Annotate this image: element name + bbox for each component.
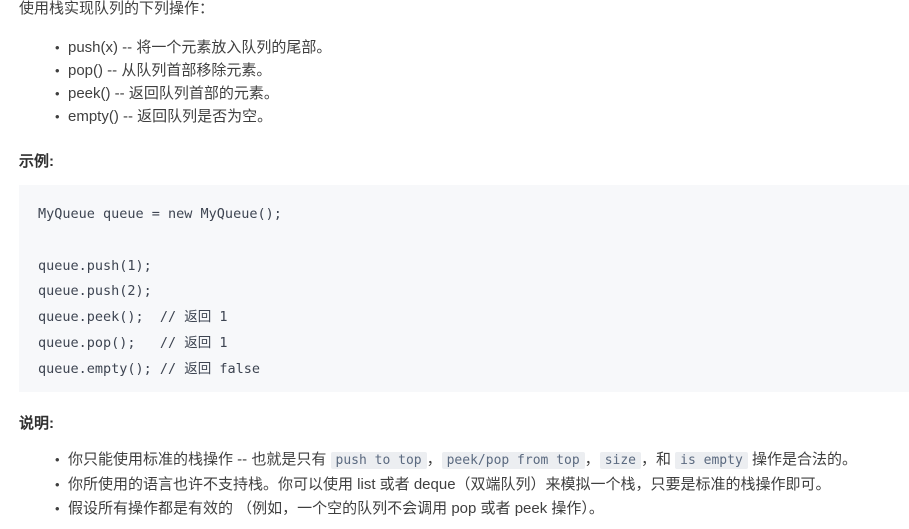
operation-item: pop() -- 从队列首部移除元素。 bbox=[55, 59, 331, 82]
note-text: ， bbox=[584, 451, 600, 468]
example-code-text: MyQueue queue = new MyQueue(); queue.pus… bbox=[38, 206, 282, 377]
note-text: ，和 bbox=[641, 451, 676, 468]
example-heading: 示例: bbox=[19, 153, 54, 170]
notes-list: 你只能使用标准的栈操作 -- 也就是只有 push to top，peek/po… bbox=[55, 448, 857, 521]
operation-item: push(x) -- 将一个元素放入队列的尾部。 bbox=[55, 36, 331, 59]
note-item: 你只能使用标准的栈操作 -- 也就是只有 push to top，peek/po… bbox=[55, 448, 857, 473]
inline-code: size bbox=[599, 452, 641, 469]
operations-list: push(x) -- 将一个元素放入队列的尾部。pop() -- 从队列首部移除… bbox=[55, 36, 331, 128]
intro-paragraph: 使用栈实现队列的下列操作： bbox=[19, 0, 215, 17]
problem-description-page: 使用栈实现队列的下列操作： push(x) -- 将一个元素放入队列的尾部。po… bbox=[0, 0, 909, 529]
inline-code: peek/pop from top bbox=[441, 452, 585, 469]
note-text: ， bbox=[426, 451, 442, 468]
notes-heading: 说明: bbox=[19, 415, 54, 432]
note-text: 你只能使用标准的栈操作 -- 也就是只有 bbox=[68, 451, 331, 468]
note-text: 你所使用的语言也许不支持栈。你可以使用 list 或者 deque（双端队列）来… bbox=[68, 476, 831, 493]
example-code-block: MyQueue queue = new MyQueue(); queue.pus… bbox=[19, 185, 909, 392]
operation-item: peek() -- 返回队列首部的元素。 bbox=[55, 82, 331, 105]
note-text: 操作是合法的。 bbox=[747, 451, 857, 468]
note-item: 假设所有操作都是有效的 （例如，一个空的队列不会调用 pop 或者 peek 操… bbox=[55, 497, 857, 521]
inline-code: is empty bbox=[675, 452, 748, 469]
operation-item: empty() -- 返回队列是否为空。 bbox=[55, 105, 331, 128]
note-text: 假设所有操作都是有效的 （例如，一个空的队列不会调用 pop 或者 peek 操… bbox=[68, 500, 604, 517]
inline-code: push to top bbox=[330, 452, 427, 469]
note-item: 你所使用的语言也许不支持栈。你可以使用 list 或者 deque（双端队列）来… bbox=[55, 473, 857, 497]
